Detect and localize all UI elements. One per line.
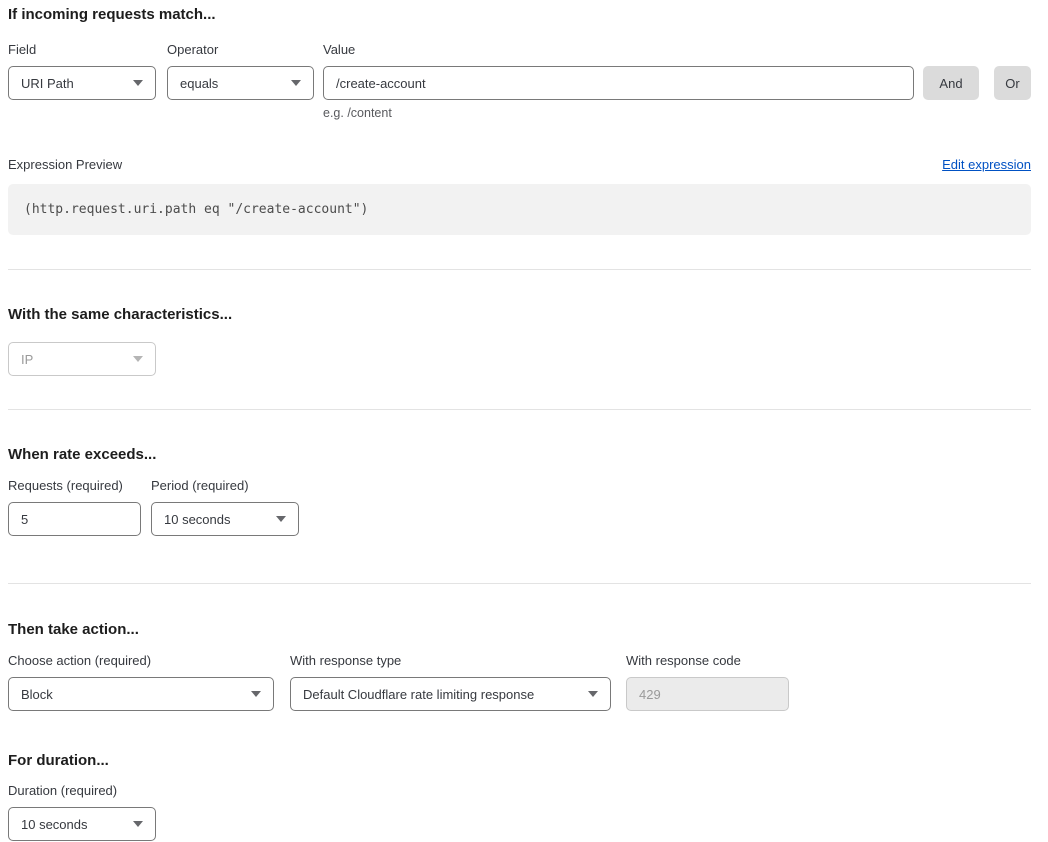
duration-select[interactable]: 10 seconds (8, 807, 156, 841)
response-type-select-value: Default Cloudflare rate limiting respons… (303, 687, 534, 702)
action-controls-row: Choose action (required) Block With resp… (8, 654, 1031, 711)
section-heading-rate: When rate exceeds... (8, 447, 1031, 463)
operator-group: Operator equals (167, 43, 314, 100)
chevron-down-icon (588, 691, 598, 697)
characteristic-select: IP (8, 342, 156, 376)
operator-select-value: equals (180, 76, 218, 91)
chevron-down-icon (133, 356, 143, 362)
chevron-down-icon (251, 691, 261, 697)
response-type-label: With response type (290, 654, 611, 668)
choose-action-label: Choose action (required) (8, 654, 274, 668)
chevron-down-icon (133, 821, 143, 827)
response-code-input (626, 677, 789, 711)
chevron-down-icon (291, 80, 301, 86)
requests-label: Requests (required) (8, 479, 141, 493)
value-group: Value e.g. /content (323, 43, 914, 120)
expression-text: (http.request.uri.path eq "/create-accou… (24, 202, 368, 217)
response-type-group: With response type Default Cloudflare ra… (290, 654, 611, 711)
response-code-label: With response code (626, 654, 789, 668)
section-heading-action: Then take action... (8, 622, 1031, 638)
duration-select-value: 10 seconds (21, 817, 88, 832)
expression-preview-code: (http.request.uri.path eq "/create-accou… (8, 184, 1031, 235)
field-group: Field URI Path (8, 43, 156, 100)
characteristic-select-value: IP (21, 352, 33, 367)
period-group: Period (required) 10 seconds (151, 479, 299, 536)
edit-expression-link[interactable]: Edit expression (942, 157, 1031, 173)
choose-action-group: Choose action (required) Block (8, 654, 274, 711)
rate-limiting-rule-form: If incoming requests match... Field URI … (0, 0, 1048, 841)
field-label: Field (8, 43, 156, 57)
section-divider (8, 269, 1031, 270)
operator-select[interactable]: equals (167, 66, 314, 100)
operator-label: Operator (167, 43, 314, 57)
value-helper-text: e.g. /content (323, 106, 914, 120)
period-label: Period (required) (151, 479, 299, 493)
match-controls-row: Field URI Path Operator equals Value e.g… (8, 43, 1031, 120)
action-select[interactable]: Block (8, 677, 274, 711)
or-button[interactable]: Or (994, 66, 1031, 100)
chevron-down-icon (276, 516, 286, 522)
action-select-value: Block (21, 687, 53, 702)
requests-input[interactable] (8, 502, 141, 536)
duration-label: Duration (required) (8, 784, 156, 798)
field-select[interactable]: URI Path (8, 66, 156, 100)
value-label: Value (323, 43, 914, 57)
section-heading-match: If incoming requests match... (8, 7, 1031, 23)
chevron-down-icon (133, 80, 143, 86)
section-heading-duration: For duration... (8, 753, 1031, 769)
duration-group: Duration (required) 10 seconds (8, 784, 156, 841)
and-button[interactable]: And (923, 66, 979, 100)
field-select-value: URI Path (21, 76, 74, 91)
expression-preview-label: Expression Preview (8, 157, 122, 173)
period-select-value: 10 seconds (164, 512, 231, 527)
expression-preview-header: Expression Preview Edit expression (8, 157, 1031, 173)
section-divider (8, 409, 1031, 410)
response-type-select[interactable]: Default Cloudflare rate limiting respons… (290, 677, 611, 711)
requests-group: Requests (required) (8, 479, 141, 536)
value-input[interactable] (323, 66, 914, 100)
period-select[interactable]: 10 seconds (151, 502, 299, 536)
rate-controls-row: Requests (required) Period (required) 10… (8, 479, 1031, 536)
response-code-group: With response code (626, 654, 789, 711)
section-divider (8, 583, 1031, 584)
section-heading-characteristics: With the same characteristics... (8, 307, 1031, 323)
